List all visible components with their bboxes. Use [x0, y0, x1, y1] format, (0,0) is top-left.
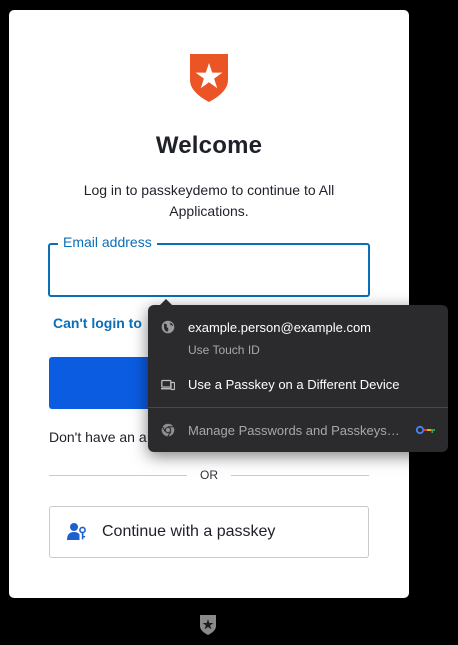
passkey-autofill-popup: example.person@example.com Use Touch ID …: [148, 299, 448, 452]
globe-icon: [161, 320, 175, 334]
saved-account-email: example.person@example.com: [188, 320, 372, 335]
login-card: Welcome Log in to passkeydemo to continu…: [9, 10, 409, 598]
manage-passwords-option[interactable]: Manage Passwords and Passkeys…: [148, 418, 448, 442]
key-icon: [416, 425, 435, 435]
email-field-label: Email address: [58, 234, 157, 250]
different-device-option[interactable]: Use a Passkey on a Different Device: [148, 372, 448, 398]
manage-passwords-label: Manage Passwords and Passkeys…: [188, 423, 400, 438]
saved-account-option[interactable]: example.person@example.com Use Touch ID: [148, 315, 448, 361]
or-divider: OR: [49, 466, 369, 484]
devices-icon: [161, 379, 175, 391]
email-field-group: Email address: [48, 234, 370, 297]
signup-prompt: Don't have an a: [49, 429, 147, 445]
cant-login-link[interactable]: Can't login to: [53, 315, 142, 331]
login-description: Log in to passkeydemo to continue to All…: [83, 182, 335, 219]
popup-separator: [148, 407, 448, 408]
divider-line-right: [231, 475, 369, 476]
page-title: Welcome: [155, 132, 263, 159]
different-device-label: Use a Passkey on a Different Device: [188, 377, 400, 392]
continue-with-passkey-button[interactable]: Continue with a passkey: [49, 506, 369, 558]
passkey-button-label: Continue with a passkey: [102, 523, 276, 540]
user-key-icon: [67, 523, 86, 540]
popup-caret: [160, 299, 172, 305]
chrome-icon: [161, 423, 175, 437]
email-input[interactable]: [64, 259, 354, 281]
saved-account-method: Use Touch ID: [188, 343, 260, 357]
auth0-badge-icon: [200, 615, 216, 635]
auth0-logo-icon: [190, 54, 228, 102]
screen: Welcome Log in to passkeydemo to continu…: [0, 0, 458, 645]
email-field[interactable]: [48, 243, 370, 297]
